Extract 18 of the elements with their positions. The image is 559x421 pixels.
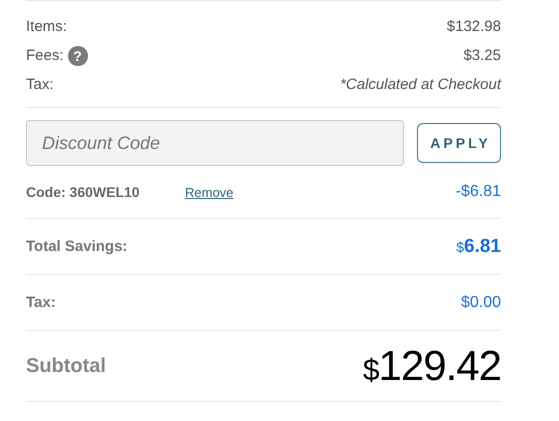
discount-code-label: Code: 360WEL10 (26, 184, 141, 200)
summary-label: Fees: (26, 47, 64, 64)
savings-label: Total Savings: (26, 238, 128, 255)
tax-label: Tax: (26, 294, 56, 311)
remove-link[interactable]: Remove (185, 184, 234, 200)
summary-label: Tax: (26, 76, 54, 93)
summary-value: $132.98 (446, 18, 501, 35)
subtotal-amount: $129.42 (362, 342, 501, 390)
summary-value: *Calculated at Checkout (340, 76, 501, 93)
apply-button[interactable]: APPLY (417, 123, 501, 163)
summary-value: $3.25 (463, 47, 501, 64)
subtotal-label: Subtotal (26, 354, 106, 378)
savings-amount: $6.81 (456, 236, 501, 258)
help-icon[interactable]: ? (68, 46, 88, 66)
discount-amount: -$6.81 (456, 183, 501, 201)
tax-amount: $0.00 (460, 294, 501, 312)
discount-code-field[interactable]: Discount Code (26, 120, 404, 166)
summary-label: Items: (26, 18, 67, 35)
